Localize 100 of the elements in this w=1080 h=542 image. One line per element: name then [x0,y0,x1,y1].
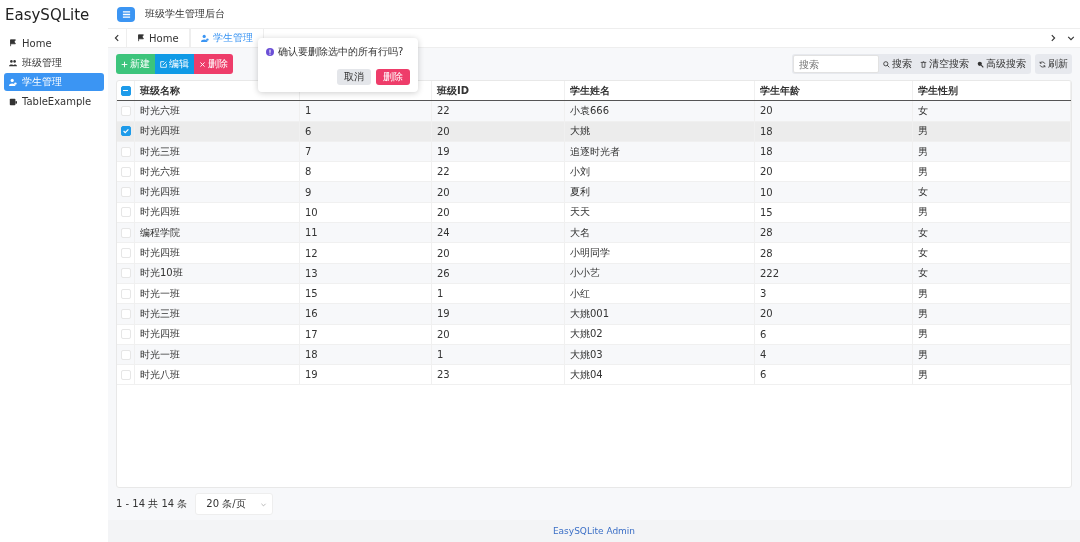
table-cell: 3 [760,288,767,300]
table-cell: 28 [760,247,773,259]
edit-icon [160,60,167,68]
table-cell: 时光四班 [140,205,180,220]
table-cell: 26 [437,267,450,279]
page-title: 班级学生管理后台 [145,7,225,21]
table-cell: 时光三班 [140,306,180,321]
table-cell: 女 [918,103,928,118]
column-header: 班级ID [432,81,565,101]
page-size-select[interactable]: 20 条/页 [195,493,273,515]
table-cell: 222 [760,267,780,279]
app-title: EasySQLite [4,5,91,26]
table-cell: 小小艺 [570,266,600,281]
table-cell: 男 [918,367,928,382]
table-cell: 男 [918,205,928,220]
table-cell: 小刘 [570,164,590,179]
table-cell: 天天 [570,205,590,220]
table-cell: 6 [305,125,312,137]
table-cell: 追逐时光者 [570,144,620,159]
table-cell: 12 [305,247,318,259]
flag-icon [137,34,145,42]
table-cell: 15 [305,288,318,300]
table-icon [9,97,17,106]
table-cell: 4 [760,349,767,360]
table-cell: 1 [437,349,444,360]
info-icon [266,48,274,56]
table-cell: 女 [918,225,928,240]
table-cell: 20 [760,308,773,320]
cross-icon [199,60,206,68]
row-checkbox[interactable] [120,126,131,137]
table-cell: 女 [918,185,928,200]
chevron-left-icon [113,34,121,42]
table-cell: 夏利 [570,185,590,200]
table-cell: 6 [760,369,767,381]
table-cell: 大名 [570,225,590,240]
table-cell: 24 [437,227,450,239]
table-cell: 小红 [570,286,590,301]
table-cell: 18 [305,349,318,360]
table-cell: 16 [305,308,318,320]
plus-icon [121,60,128,68]
sidebar-item[interactable]: 班级管理 [4,53,104,72]
cancel-button[interactable]: 取消 [337,69,371,85]
chevron-right-icon [1049,34,1057,42]
column-header: 学生姓名 [565,81,755,101]
confirm-delete-button[interactable]: 删除 [376,69,410,85]
user-icon [200,34,209,42]
table-cell: 11 [305,227,318,239]
table-cell: 19 [437,146,450,158]
table-cell: 7 [305,146,312,158]
pagination-summary: 1 - 14 共 14 条 [116,497,188,511]
table-cell: 1 [437,288,444,300]
table-cell: 时光四班 [140,327,180,342]
menu-button[interactable] [117,6,135,22]
user-icon [9,78,17,86]
table-cell: 20 [760,166,773,178]
column-header: 学生性别 [913,81,1071,101]
table-cell: 女 [918,246,928,260]
table-cell: 18 [760,146,773,158]
footer-text: EasySQLite Admin [552,526,636,536]
table-cell: 男 [918,144,928,159]
table-cell: 10 [305,206,318,218]
column-header: 学生年龄 [755,81,913,101]
table-cell: 时光六班 [140,103,180,118]
table-cell: 19 [437,308,450,320]
table-cell: 时光一班 [140,347,180,362]
table-cell: 编程学院 [140,225,180,240]
search-field[interactable]: 搜索 [793,55,879,73]
table-cell: 6 [760,328,767,340]
table-cell: 时光四班 [140,246,180,260]
table-cell: 小袁666 [570,103,610,118]
table-cell: 大姚001 [570,306,610,321]
table-cell: 小明同学 [570,246,610,260]
table-cell: 20 [437,247,450,259]
table-cell: 17 [305,328,318,340]
confirm-message: 确认要删除选中的所有行吗? [278,45,404,59]
sidebar-item[interactable]: TableExample [4,92,104,111]
search-icon [883,60,890,68]
table-cell: 13 [305,267,318,279]
table-cell: 1 [305,105,312,117]
table-cell: 22 [437,105,450,117]
select-all-checkbox[interactable] [120,85,131,96]
table-cell: 时光一班 [140,286,180,301]
table-cell: 男 [918,124,928,139]
table-cell: 23 [437,369,450,381]
table-cell: 15 [760,206,773,218]
table-cell: 大姚 [570,124,590,139]
sidebar-item[interactable]: Home [4,34,104,52]
refresh-button[interactable]: 刷新 [1035,54,1072,74]
table-cell: 19 [305,369,318,381]
tab[interactable]: Home [126,29,190,47]
table-cell: 时光四班 [140,124,180,139]
refresh-icon [1039,60,1046,68]
table-cell: 时光三班 [140,144,180,159]
table-cell: 大姚04 [570,367,603,382]
table-cell: 时光六班 [140,164,180,179]
delete-button[interactable]: 删除 [194,54,233,74]
table-cell: 男 [918,286,928,301]
table-cell: 20 [437,328,450,340]
table-cell: 男 [918,347,928,362]
table-cell: 时光10班 [140,266,183,281]
